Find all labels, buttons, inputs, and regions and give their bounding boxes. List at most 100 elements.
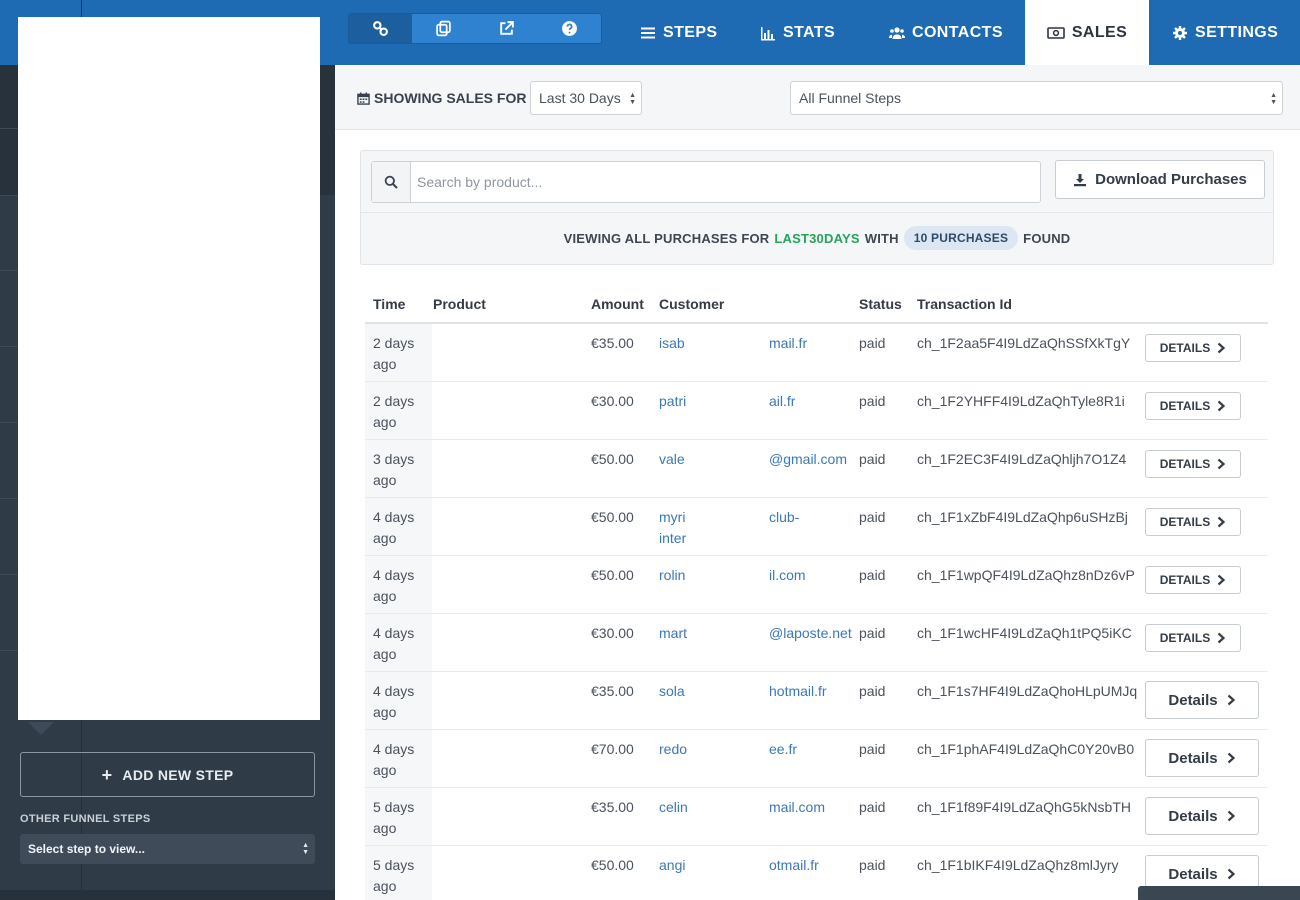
header-customer: Customer <box>659 296 725 312</box>
search-input[interactable] <box>411 162 1040 202</box>
add-new-step-button[interactable]: + ADD NEW STEP <box>20 752 315 797</box>
users-icon <box>889 26 905 39</box>
amount-cell: €50.00 <box>591 509 634 525</box>
table-row: 3 days ago €50.00 vale @gmail.com paid ch_1F2… <box>365 440 1268 498</box>
details-button[interactable]: Details <box>1145 681 1259 719</box>
chevron-right-icon <box>1217 400 1226 412</box>
customer-email-end[interactable]: mail.fr <box>769 333 807 354</box>
time-cell: 4 days ago <box>373 741 415 778</box>
tab-stats[interactable]: STATS <box>760 0 835 65</box>
customer-email-end[interactable]: il.com <box>769 565 806 586</box>
external-link-button[interactable] <box>475 14 538 43</box>
details-button[interactable]: DETAILS <box>1145 450 1241 478</box>
amount-cell: €70.00 <box>591 741 634 757</box>
tab-contacts[interactable]: CONTACTS <box>889 0 1003 65</box>
table-header: Time Product Amount Customer Status Tran… <box>365 290 1268 324</box>
step-select[interactable]: Select step to view... ▲ ▼ <box>20 834 315 864</box>
download-purchases-button[interactable]: Download Purchases <box>1055 160 1265 199</box>
tab-steps[interactable]: STEPS <box>640 0 717 65</box>
transaction-id-cell: ch_1F1bIKF4I9LdZaQhz8mlJyry <box>917 857 1119 873</box>
funnel-steps-value: All Funnel Steps <box>799 90 901 106</box>
panel-divider <box>361 212 1273 213</box>
table-row: 4 days ago €30.00 mart @laposte.net paid ch_1… <box>365 614 1268 672</box>
tab-settings[interactable]: SETTINGS <box>1172 0 1278 65</box>
details-button[interactable]: DETAILS <box>1145 566 1241 594</box>
funnel-steps-select[interactable]: All Funnel Steps ▲ ▼ <box>790 81 1283 115</box>
help-button[interactable] <box>538 14 601 43</box>
transaction-id-cell: ch_1F1xZbF4I9LdZaQhp6uSHzBj <box>917 509 1128 525</box>
toolbar-group <box>348 13 602 44</box>
header-product: Product <box>433 296 486 312</box>
transaction-id-cell: ch_1F1s7HF4I9LdZaQhoHLpUMJq <box>917 683 1138 699</box>
gear-icon <box>1173 25 1187 40</box>
time-cell: 4 days ago <box>373 683 415 720</box>
transaction-id-cell: ch_1F2aa5F4I9LdZaQhSSfXkTgY <box>917 335 1131 351</box>
customer-email-end[interactable]: ail.fr <box>769 391 795 412</box>
link-button[interactable] <box>349 14 412 43</box>
redacted-product-cell <box>432 498 574 555</box>
details-button[interactable]: DETAILS <box>1145 508 1241 536</box>
showing-sales-text: SHOWING SALES FOR <box>374 90 527 106</box>
summary-prefix: VIEWING ALL PURCHASES FOR <box>563 230 770 246</box>
redacted-customer-mask <box>687 498 769 555</box>
details-button[interactable]: Details <box>1145 797 1259 835</box>
date-range-select[interactable]: Last 30 Days ▲ ▼ <box>530 81 642 115</box>
transaction-id-cell: ch_1F1f89F4I9LdZaQhG5kNsbTH <box>917 799 1131 815</box>
redacted-product-cell <box>432 614 574 671</box>
tab-sales-label: SALES <box>1071 23 1128 41</box>
copy-button[interactable] <box>412 14 475 43</box>
details-button[interactable]: DETAILS <box>1145 624 1241 652</box>
table-body: 2 days ago €35.00 isab mail.fr paid ch_1F2aa5… <box>365 324 1268 900</box>
header-transaction-id: Transaction Id <box>917 296 1012 312</box>
details-label: DETAILS <box>1159 341 1211 355</box>
redacted-customer-mask <box>687 382 769 439</box>
time-cell: 4 days ago <box>373 509 415 546</box>
chat-widget-tab[interactable] <box>1138 886 1300 900</box>
caret-down-icon <box>28 722 54 735</box>
details-label: DETAILS <box>1159 573 1211 587</box>
customer-email-end[interactable]: ee.fr <box>769 739 797 760</box>
purchases-panel: Download Purchases VIEWING ALL PURCHASES… <box>360 150 1274 265</box>
tab-sales[interactable]: SALES <box>1025 0 1149 65</box>
transaction-id-cell: ch_1F1wpQF4I9LdZaQhz8nDz6vP <box>917 567 1135 583</box>
summary-with: WITH <box>864 230 899 246</box>
select-arrows-icon: ▲ ▼ <box>629 92 636 106</box>
details-label: Details <box>1168 749 1218 767</box>
calendar-icon <box>357 91 370 105</box>
details-button[interactable]: DETAILS <box>1145 392 1241 420</box>
tab-settings-label: SETTINGS <box>1195 23 1279 41</box>
status-cell: paid <box>859 393 886 409</box>
details-button[interactable]: DETAILS <box>1145 334 1241 362</box>
step-select-value: Select step to view... <box>28 842 145 856</box>
search-icon <box>384 175 398 189</box>
redacted-customer-mask <box>687 846 769 900</box>
customer-email-end[interactable]: @gmail.com <box>769 449 847 470</box>
details-label: DETAILS <box>1159 515 1211 529</box>
purchases-summary: VIEWING ALL PURCHASES FOR LAST30DAYS WIT… <box>361 224 1273 252</box>
time-cell: 4 days ago <box>373 625 415 662</box>
help-icon <box>562 21 577 36</box>
customer-email-end[interactable]: otmail.fr <box>769 855 819 876</box>
status-cell: paid <box>859 741 886 757</box>
details-button[interactable]: Details <box>1145 739 1259 777</box>
redacted-customer-mask <box>687 556 769 613</box>
chevron-right-icon <box>1217 342 1226 354</box>
details-label: DETAILS <box>1159 399 1211 413</box>
redacted-funnel-steps <box>18 17 320 720</box>
customer-email-end[interactable]: hotmail.fr <box>769 681 827 702</box>
customer-email-end[interactable]: mail.com <box>769 797 825 818</box>
redacted-product-cell <box>432 788 574 845</box>
chevron-right-icon <box>1217 458 1226 470</box>
select-arrows-icon: ▲ ▼ <box>302 842 309 856</box>
amount-cell: €35.00 <box>591 683 634 699</box>
table-row: 2 days ago €35.00 isab mail.fr paid ch_1F2aa5… <box>365 324 1268 382</box>
bar-chart-icon <box>761 26 775 40</box>
customer-email-end[interactable]: @laposte.net <box>769 623 852 644</box>
customer-email-end[interactable]: club- <box>769 507 799 528</box>
status-cell: paid <box>859 857 886 873</box>
details-label: Details <box>1168 865 1218 883</box>
details-label: DETAILS <box>1159 457 1211 471</box>
table-row: 4 days ago €70.00 redo ee.fr paid ch_1F1phAF4… <box>365 730 1268 788</box>
chevron-right-icon <box>1217 516 1226 528</box>
header-status: Status <box>859 296 902 312</box>
